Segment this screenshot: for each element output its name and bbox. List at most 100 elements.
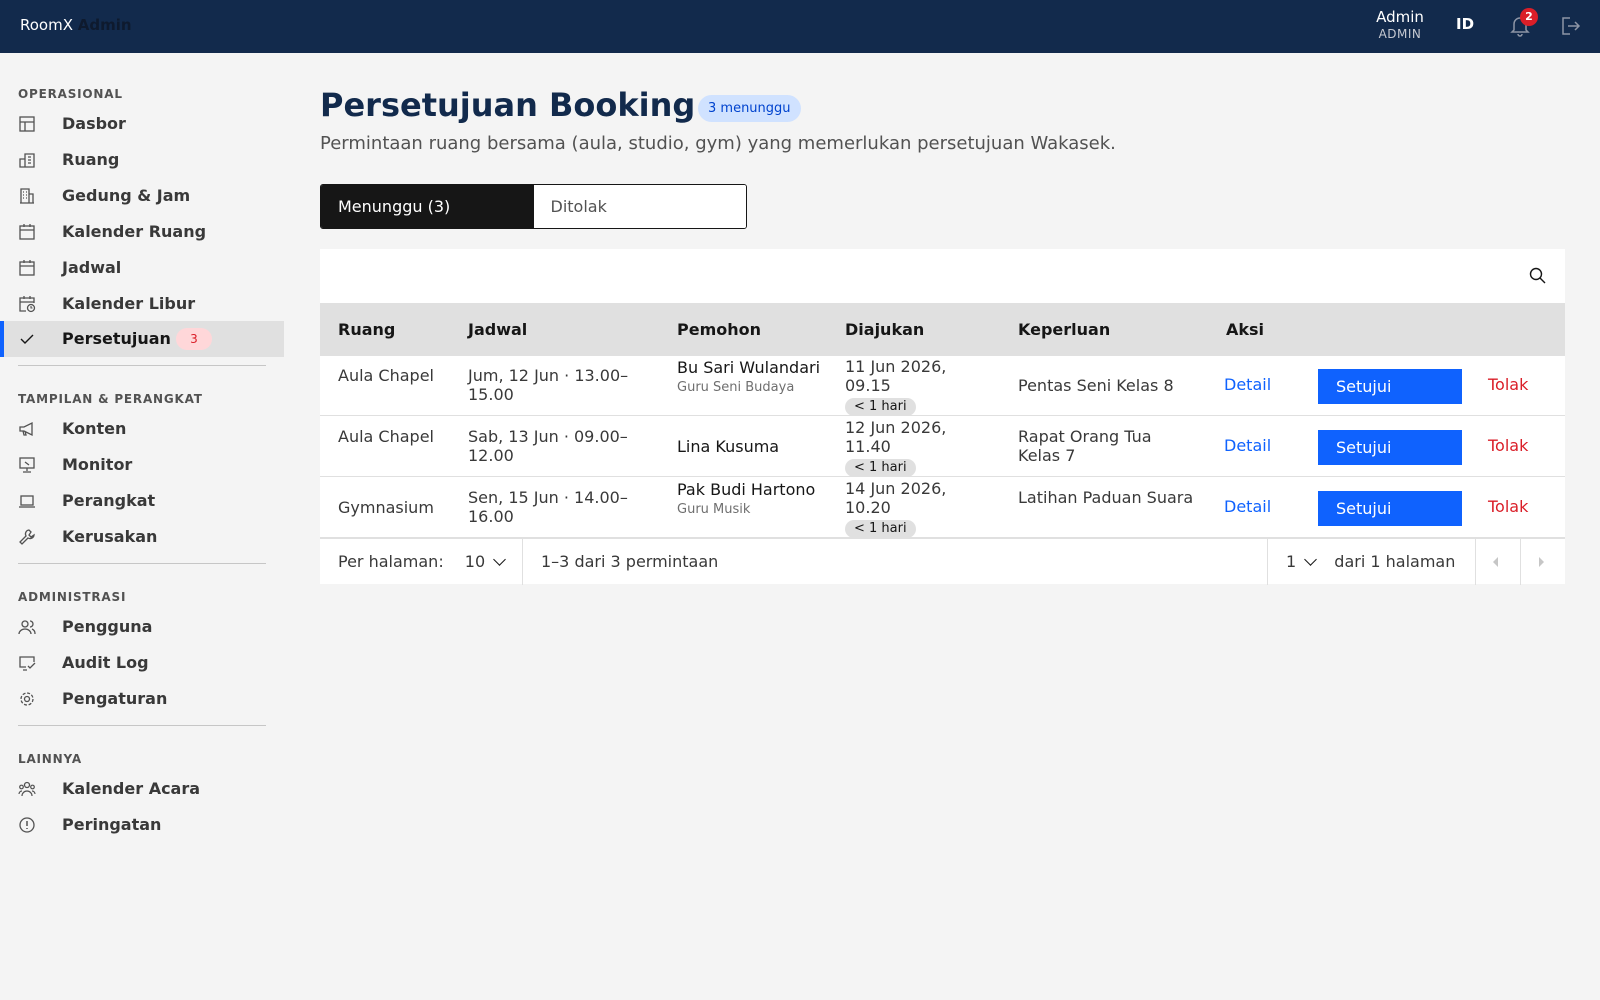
- sidebar-item-label: Kalender Acara: [62, 779, 201, 798]
- prev-page-button[interactable]: [1476, 539, 1521, 585]
- sidebar-item-pengaturan[interactable]: Pengaturan: [0, 681, 284, 717]
- approve-button[interactable]: Setujui: [1318, 491, 1462, 526]
- detail-button[interactable]: Detail: [1224, 375, 1271, 394]
- warning-icon: [19, 817, 35, 833]
- reject-button[interactable]: Tolak: [1488, 436, 1528, 455]
- table-row: Gymnasium Sen, 15 Jun · 14.00–16.00 Pak …: [320, 478, 1565, 538]
- sidebar-item-label: Pengguna: [62, 617, 153, 636]
- page-subtitle: Permintaan ruang bersama (aula, studio, …: [320, 133, 1116, 154]
- sidebar-item-label: Kalender Ruang: [62, 222, 207, 241]
- wrench-icon: [19, 529, 35, 545]
- chevron-down-icon: [1304, 553, 1318, 566]
- table-row: Aula Chapel Jum, 12 Jun · 13.00–15.00 Bu…: [320, 356, 1565, 416]
- group-icon: [18, 781, 36, 797]
- column-header-pemohon[interactable]: Pemohon: [677, 320, 761, 339]
- sidebar-item-gedung-jam[interactable]: Gedung & Jam: [0, 178, 284, 214]
- cell-diajukan: 12 Jun 2026, 11.40 < 1 hari: [845, 418, 975, 477]
- sidebar-item-dasbor[interactable]: Dasbor: [0, 106, 284, 142]
- table-header: Ruang Jadwal Pemohon Diajukan Keperluan …: [320, 303, 1565, 356]
- cell-ruang: Aula Chapel: [338, 427, 434, 446]
- submitted-date: 12 Jun 2026, 11.40: [845, 418, 947, 456]
- section-title-tampilan: TAMPILAN & PERANGKAT: [18, 392, 203, 406]
- detail-button[interactable]: Detail: [1224, 436, 1271, 455]
- caret-left-icon: [1493, 557, 1498, 567]
- age-tag: < 1 hari: [845, 398, 916, 416]
- building-icon: [20, 188, 34, 204]
- sidebar-item-kalender-libur[interactable]: Kalender Libur: [0, 286, 284, 322]
- sidebar-item-label: Dasbor: [62, 114, 126, 133]
- user-menu[interactable]: Admin ADMIN: [1360, 8, 1440, 41]
- column-header-keperluan[interactable]: Keperluan: [1018, 320, 1110, 339]
- tab-menunggu[interactable]: Menunggu (3): [321, 185, 534, 228]
- sidebar-item-audit-log[interactable]: Audit Log: [0, 645, 284, 681]
- pending-pill: 3 menunggu: [698, 95, 801, 122]
- sidebar-item-label: Audit Log: [62, 653, 149, 672]
- sidebar-item-persetujuan[interactable]: Persetujuan 3: [0, 321, 284, 357]
- cell-keperluan: Rapat Orang Tua Kelas 7: [1018, 427, 1152, 465]
- submitted-date: 11 Jun 2026, 09.15: [845, 357, 947, 395]
- sidebar-item-kerusakan[interactable]: Kerusakan: [0, 519, 284, 555]
- chevron-down-icon: [493, 553, 507, 566]
- cell-ruang: Aula Chapel: [338, 366, 434, 385]
- column-header-ruang[interactable]: Ruang: [338, 320, 395, 339]
- sidebar-item-label: Persetujuan: [62, 329, 171, 348]
- sidebar-item-label: Kerusakan: [62, 527, 158, 546]
- sidebar-item-label: Peringatan: [62, 815, 162, 834]
- submitted-date: 14 Jun 2026, 10.20: [845, 479, 947, 517]
- approve-button[interactable]: Setujui: [1318, 369, 1462, 404]
- column-header-jadwal[interactable]: Jadwal: [468, 320, 527, 339]
- laptop-icon: [19, 495, 35, 508]
- monitor-icon: [19, 457, 35, 473]
- per-page-select[interactable]: 10: [465, 552, 507, 571]
- cell-diajukan: 11 Jun 2026, 09.15 < 1 hari: [845, 357, 975, 416]
- column-header-diajukan[interactable]: Diajukan: [845, 320, 924, 339]
- cell-pemohon: Bu Sari Wulandari Guru Seni Budaya: [677, 358, 827, 397]
- brand-name: RoomX: [20, 16, 73, 34]
- user-name: Admin: [1376, 8, 1424, 26]
- section-title-lainnya: LAINNYA: [18, 752, 82, 766]
- sidebar-item-peringatan[interactable]: Peringatan: [0, 807, 284, 843]
- detail-button[interactable]: Detail: [1224, 497, 1271, 516]
- reject-button[interactable]: Tolak: [1488, 497, 1528, 516]
- sidebar-item-pengguna[interactable]: Pengguna: [0, 609, 284, 645]
- top-header: RoomX Admin Admin ADMIN ID 2: [0, 0, 1600, 53]
- range-text: 1–3 dari 3 permintaan: [523, 539, 1268, 585]
- pagination-bar: Per halaman: 10 1–3 dari 3 permintaan 1 …: [320, 538, 1565, 585]
- sidebar-item-kalender-acara[interactable]: Kalender Acara: [0, 771, 284, 807]
- status-tabs: Menunggu (3) Ditolak: [320, 184, 747, 229]
- room-icon: [19, 153, 35, 168]
- sidebar-item-label: Kalender Libur: [62, 294, 196, 313]
- search-icon[interactable]: [1528, 266, 1548, 286]
- gear-icon: [20, 692, 34, 706]
- sidebar-item-label: Konten: [62, 419, 127, 438]
- sidebar-item-perangkat[interactable]: Perangkat: [0, 483, 284, 519]
- brand-logo[interactable]: RoomX Admin: [20, 16, 132, 34]
- sidebar-item-monitor[interactable]: Monitor: [0, 447, 284, 483]
- section-title-operasional: OPERASIONAL: [18, 87, 123, 101]
- calendar-clock-icon: [19, 296, 36, 313]
- megaphone-icon: [19, 421, 33, 437]
- sidebar-item-kalender-ruang[interactable]: Kalender Ruang: [0, 214, 284, 250]
- dashboard-icon: [19, 116, 35, 132]
- age-tag: < 1 hari: [845, 520, 916, 538]
- sidebar-divider: [18, 563, 266, 564]
- sidebar-item-jadwal[interactable]: Jadwal: [0, 250, 284, 286]
- tab-ditolak[interactable]: Ditolak: [533, 185, 746, 228]
- sidebar-item-label: Gedung & Jam: [62, 186, 191, 205]
- sidebar-item-ruang[interactable]: Ruang: [0, 142, 284, 178]
- page-title: Persetujuan Booking: [320, 86, 696, 124]
- reject-button[interactable]: Tolak: [1488, 375, 1528, 394]
- user-role: ADMIN: [1378, 27, 1422, 41]
- language-switcher[interactable]: ID: [1456, 15, 1474, 33]
- page-select[interactable]: 1: [1286, 552, 1318, 571]
- logout-icon[interactable]: [1560, 15, 1582, 37]
- cell-keperluan: Pentas Seni Kelas 8: [1018, 376, 1174, 395]
- cell-jadwal: Sen, 15 Jun · 14.00–16.00: [468, 488, 628, 526]
- sidebar-item-label: Perangkat: [62, 491, 156, 510]
- table-toolbar: [320, 249, 1565, 303]
- cell-jadwal: Sab, 13 Jun · 09.00–12.00: [468, 427, 628, 465]
- sidebar-item-konten[interactable]: Konten: [0, 411, 284, 447]
- approve-button[interactable]: Setujui: [1318, 430, 1462, 465]
- per-page-label: Per halaman:: [338, 552, 444, 571]
- sidebar-divider: [18, 365, 266, 366]
